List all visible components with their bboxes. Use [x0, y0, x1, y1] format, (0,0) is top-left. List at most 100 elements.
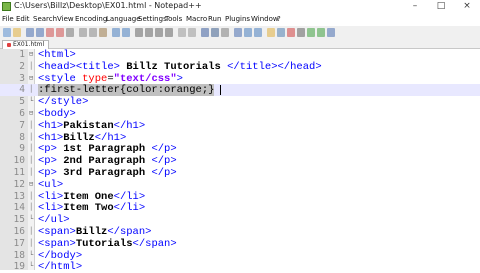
code-line[interactable]: 16 │ <span>Billz</span>: [0, 226, 480, 238]
code-line[interactable]: 18 └ </body>: [0, 250, 480, 262]
selected-text[interactable]: :first-letter{color:orange;}: [38, 84, 215, 97]
play-icon[interactable]: [307, 28, 315, 37]
code-line[interactable]: 17 │ <span>Tutorials</span>: [0, 238, 480, 250]
open-file-icon[interactable]: [13, 28, 21, 37]
zoom-in-icon[interactable]: [155, 28, 163, 37]
code-line[interactable]: 1 ⊟ <html>: [0, 49, 480, 61]
line-number: 14: [13, 202, 25, 214]
menu-encoding[interactable]: Encoding: [75, 15, 107, 23]
lang-icon[interactable]: [234, 28, 242, 37]
fold-line-marker: │: [29, 238, 34, 247]
indent-guide-icon[interactable]: [221, 28, 229, 37]
undo-icon[interactable]: [112, 28, 120, 37]
code-line[interactable]: 14 │ <li>Item Two</li>: [0, 202, 480, 214]
doc-map-icon[interactable]: [244, 28, 252, 37]
redo-icon[interactable]: [122, 28, 130, 37]
sync-v-icon[interactable]: [178, 28, 186, 37]
save-macro-icon[interactable]: [327, 28, 335, 37]
show-all-icon[interactable]: [211, 28, 219, 37]
paste-icon[interactable]: [99, 28, 107, 37]
menu-language[interactable]: Language: [106, 15, 141, 23]
print-icon[interactable]: [66, 28, 74, 37]
code-line[interactable]: 6 ⊟ <body>: [0, 108, 480, 120]
code-line[interactable]: 7 │ <h1>Pakistan</h1>: [0, 120, 480, 132]
code-text: <li>Item Two</li>: [38, 202, 146, 215]
menu-tools[interactable]: Tools: [165, 15, 182, 23]
tab-bar: EX01.html: [0, 39, 480, 49]
save-all-icon[interactable]: [36, 28, 44, 37]
code-line[interactable]: 13 │ <li>Item One</li>: [0, 191, 480, 203]
fold-line-marker: │: [29, 61, 34, 70]
code-text: <style type="text/css">: [38, 72, 183, 85]
code-line[interactable]: 5 └ </style>: [0, 96, 480, 108]
new-file-icon[interactable]: [3, 28, 11, 37]
code-text: <span>Billz</span>: [38, 226, 152, 238]
minimize-button[interactable]: –: [402, 0, 428, 14]
menu-plugins[interactable]: Plugins: [225, 15, 250, 23]
line-number: 6: [19, 108, 25, 119]
code-text: <span>Tutorials</span>: [38, 237, 177, 250]
code-line[interactable]: 2 │ <head><title> Billz Tutorials </title>…: [0, 61, 480, 73]
save-icon[interactable]: [26, 28, 34, 37]
unsaved-file-icon: [7, 42, 11, 47]
cut-icon[interactable]: [79, 28, 87, 37]
code-line[interactable]: 12 ⊟ <ul>: [0, 179, 480, 191]
code-text: <h1>Billz</h1>: [38, 131, 127, 144]
maximize-button[interactable]: □: [428, 0, 454, 14]
code-text: </body>: [38, 249, 83, 262]
folder-icon[interactable]: [267, 28, 275, 37]
menu-help[interactable]: ?: [277, 15, 281, 23]
code-text: </ul>: [38, 214, 70, 227]
menu-bar: File Edit Search View Encoding Language …: [0, 14, 480, 26]
stop-icon[interactable]: [297, 28, 305, 37]
fold-line-marker: │: [29, 132, 34, 141]
fold-toggle-icon[interactable]: ⊟: [29, 180, 33, 187]
record-icon[interactable]: [287, 28, 295, 37]
code-line[interactable]: 9 │ <p> 1st Paragraph </p>: [0, 143, 480, 155]
fold-line-marker: │: [29, 120, 34, 129]
menu-view[interactable]: View: [57, 15, 74, 23]
copy-icon[interactable]: [89, 28, 97, 37]
replace-icon[interactable]: [145, 28, 153, 37]
fold-toggle-icon[interactable]: ⊟: [29, 110, 33, 117]
fold-toggle-icon[interactable]: ⊟: [29, 74, 33, 81]
code-text: <h1>Pakistan</h1>: [38, 119, 146, 132]
fold-line-marker: └: [29, 97, 34, 106]
close-icon[interactable]: [46, 28, 54, 37]
line-number: 10: [13, 155, 25, 167]
code-text: </html>: [38, 261, 83, 273]
find-icon[interactable]: [135, 28, 143, 37]
menu-edit[interactable]: Edit: [16, 15, 30, 23]
menu-settings[interactable]: Settings: [138, 15, 167, 23]
fold-toggle-icon[interactable]: ⊟: [29, 51, 33, 58]
word-wrap-icon[interactable]: [201, 28, 209, 37]
menu-file[interactable]: File: [2, 15, 14, 23]
close-all-icon[interactable]: [56, 28, 64, 37]
code-line[interactable]: 10 │ <p> 2nd Paragraph </p>: [0, 155, 480, 167]
code-text: </style>: [38, 96, 89, 109]
menu-macro[interactable]: Macro: [186, 15, 207, 23]
code-line[interactable]: 11 │ <p> 3rd Paragraph </p>: [0, 167, 480, 179]
menu-window[interactable]: Window: [251, 15, 279, 23]
zoom-out-icon[interactable]: [165, 28, 173, 37]
line-number: 3: [19, 72, 25, 84]
code-line[interactable]: 3 ⊟ <style type="text/css">: [0, 73, 480, 85]
line-number: 7: [19, 119, 25, 131]
monitor-icon[interactable]: [277, 28, 285, 37]
function-list-icon[interactable]: [254, 28, 262, 37]
tab-ex01-html[interactable]: EX01.html: [2, 40, 50, 49]
text-cursor: [220, 84, 222, 95]
code-line[interactable]: 4 │:first-letter{color:orange;}: [0, 84, 480, 97]
line-number: 16: [13, 226, 25, 237]
sync-h-icon[interactable]: [188, 28, 196, 37]
close-window-button[interactable]: ×: [454, 0, 480, 14]
code-line[interactable]: 19 └ </html>: [0, 261, 480, 273]
window-title: C:\Users\Billz\Desktop\EX01.html - Notep…: [14, 1, 202, 10]
play-multi-icon[interactable]: [317, 28, 325, 37]
menu-search[interactable]: Search: [33, 15, 57, 23]
fold-line-marker: │: [29, 203, 34, 212]
code-line[interactable]: 8 │ <h1>Billz</h1>: [0, 132, 480, 144]
code-line[interactable]: 15 └ </ul>: [0, 214, 480, 226]
code-editor[interactable]: 1 ⊟ <html> 2 │ <head><title> Billz Tutorials …: [0, 49, 480, 273]
menu-run[interactable]: Run: [208, 15, 221, 23]
